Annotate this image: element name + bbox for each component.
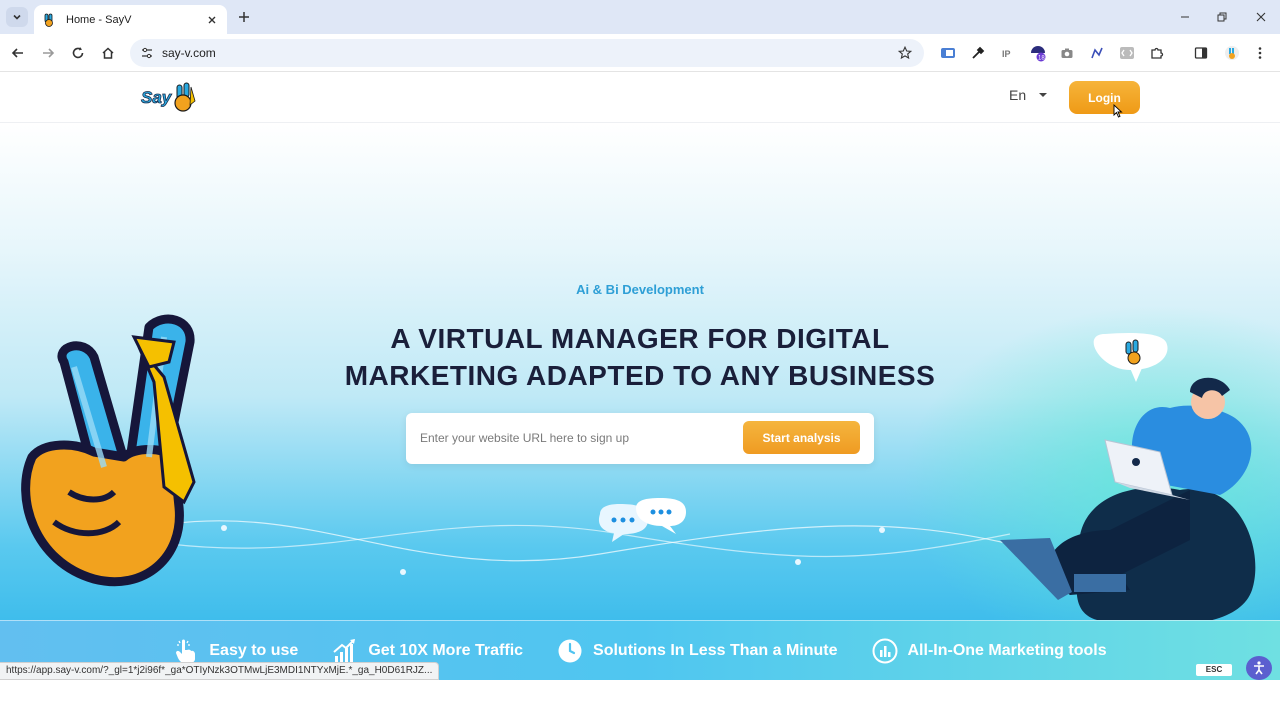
address-bar[interactable]: say-v.com [130, 39, 924, 67]
feature-label: Easy to use [209, 641, 299, 659]
arrow-left-icon [11, 48, 23, 58]
restore-button[interactable] [1212, 8, 1232, 26]
mouse-cursor-icon [1113, 104, 1123, 118]
extensions-puzzle-icon[interactable] [1148, 44, 1166, 62]
feature-label: All-In-One Marketing tools [907, 641, 1107, 659]
back-button[interactable] [8, 43, 28, 63]
plus-icon [239, 12, 249, 22]
extension-badge-18-icon[interactable]: 18 [1029, 44, 1047, 62]
close-icon [1256, 12, 1266, 22]
feature-item: Easy to use [173, 638, 298, 664]
sayv-logo[interactable]: Say [140, 79, 200, 115]
chevron-down-icon [13, 14, 21, 20]
site-info-icon[interactable] [138, 44, 156, 62]
browser-tab-bar: Home - SayV [0, 0, 1280, 34]
close-window-button[interactable] [1251, 8, 1271, 26]
reload-icon [72, 47, 84, 59]
extension-code-icon[interactable] [1118, 44, 1136, 62]
headline-line-2: MARKETING ADAPTED TO ANY BUSINESS [344, 360, 936, 391]
esc-badge[interactable]: ESC [1196, 664, 1232, 676]
analytics-icon [872, 638, 897, 663]
accessibility-icon [1254, 661, 1264, 675]
extension-ip-icon[interactable]: IP [999, 44, 1017, 62]
extension-eyedropper-icon[interactable] [969, 44, 987, 62]
extension-camera-icon[interactable] [1058, 44, 1076, 62]
bookmark-star-icon[interactable] [896, 44, 914, 62]
arrow-right-icon [43, 48, 55, 58]
profile-avatar-icon[interactable] [1223, 44, 1241, 62]
browser-tab-active[interactable]: Home - SayV [34, 5, 227, 34]
headline-line-1: A VIRTUAL MANAGER FOR DIGITAL [390, 323, 890, 354]
svg-text:18: 18 [1038, 56, 1045, 62]
browser-toolbar: say-v.com IP 18 [0, 34, 1280, 72]
home-icon [102, 47, 114, 59]
site-header: Say En Login [0, 73, 1280, 123]
browser-menu-icon[interactable] [1251, 44, 1269, 62]
caret-down-icon [1039, 93, 1048, 97]
status-bar-url: https://app.say-v.com/?_gl=1*j2i96f*_ga*… [0, 662, 440, 680]
tab-close-button[interactable] [203, 11, 221, 29]
feature-label: Get 10X More Traffic [368, 641, 524, 659]
start-analysis-button[interactable]: Start analysis [743, 421, 860, 454]
extension-bitwarden-icon[interactable] [939, 44, 957, 62]
restore-icon [1217, 12, 1227, 22]
language-selector[interactable]: En [1009, 87, 1048, 103]
tab-title: Home - SayV [66, 13, 132, 26]
page-bottom-blank [0, 680, 1280, 720]
signup-form: Start analysis [406, 413, 874, 464]
home-button[interactable] [98, 43, 118, 63]
growth-chart-icon [333, 638, 356, 663]
feature-label: Solutions In Less Than a Minute [593, 641, 838, 659]
url-text: say-v.com [162, 46, 216, 60]
clock-icon [558, 639, 582, 662]
website-url-input[interactable] [420, 427, 730, 449]
svg-text:Say: Say [141, 88, 173, 107]
accessibility-widget-button[interactable] [1246, 656, 1272, 680]
extension-pen-icon[interactable] [1088, 44, 1106, 62]
close-icon [208, 16, 216, 23]
feature-item: Get 10X More Traffic [332, 638, 523, 664]
forward-button[interactable] [38, 43, 58, 63]
side-panel-icon[interactable] [1192, 44, 1210, 62]
minimize-icon [1181, 16, 1189, 18]
language-label: En [1009, 87, 1027, 103]
svg-text:IP: IP [1002, 49, 1011, 59]
pointer-hand-icon [176, 639, 196, 663]
chat-bubbles-icon [598, 498, 686, 542]
hero-section: Ai & Bi Development A VIRTUAL MANAGER FO… [0, 124, 1280, 620]
feature-item: Solutions In Less Than a Minute [557, 638, 838, 664]
hero-eyebrow: Ai & Bi Development [576, 282, 704, 297]
minimize-button[interactable] [1175, 8, 1195, 26]
new-tab-button[interactable] [234, 8, 254, 26]
reload-button[interactable] [68, 43, 88, 63]
sayv-favicon-icon [44, 13, 53, 27]
feature-item: All-In-One Marketing tools [872, 638, 1107, 664]
person-with-laptop-illustration [1000, 332, 1256, 620]
tab-search-button[interactable] [6, 7, 28, 27]
login-button[interactable]: Login [1069, 81, 1140, 114]
